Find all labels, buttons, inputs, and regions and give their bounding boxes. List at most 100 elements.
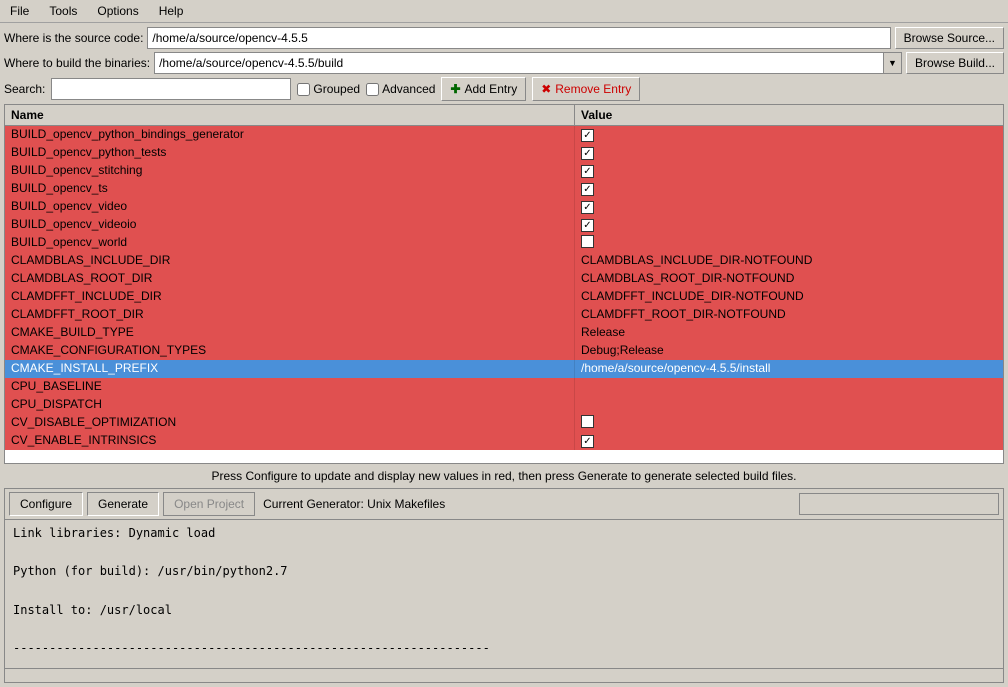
column-name: Name [5, 105, 575, 125]
source-row: Where is the source code: Browse Source.… [4, 27, 1004, 49]
output-line [13, 582, 995, 601]
table-row[interactable]: BUILD_opencv_python_tests [5, 144, 1003, 162]
table-cell-checkbox[interactable] [581, 201, 594, 214]
table-cell-name: BUILD_opencv_ts [5, 180, 575, 198]
plus-icon: ✚ [450, 82, 460, 96]
generator-label: Current Generator: Unix Makefiles [263, 497, 445, 511]
output-line [13, 543, 995, 562]
main-area: Where is the source code: Browse Source.… [0, 23, 1008, 687]
table-row[interactable]: CPU_DISPATCH [5, 396, 1003, 414]
table-cell-checkbox[interactable] [581, 183, 594, 196]
output-line: Install to: /usr/local [13, 601, 995, 620]
table-cell-checkbox[interactable] [581, 415, 594, 428]
table-cell-value [575, 180, 1003, 198]
table-row[interactable]: CMAKE_CONFIGURATION_TYPESDebug;Release [5, 342, 1003, 360]
menu-tools[interactable]: Tools [43, 2, 83, 20]
table-row[interactable]: CLAMDFFT_INCLUDE_DIRCLAMDFFT_INCLUDE_DIR… [5, 288, 1003, 306]
add-entry-button[interactable]: ✚ Add Entry [441, 77, 526, 101]
table-cell-checkbox[interactable] [581, 435, 594, 448]
grouped-checkbox[interactable] [297, 83, 310, 96]
table-row[interactable]: CPU_BASELINE [5, 378, 1003, 396]
table-row[interactable]: CMAKE_BUILD_TYPERelease [5, 324, 1003, 342]
advanced-label: Advanced [382, 82, 435, 96]
column-value: Value [575, 105, 1003, 125]
menu-help[interactable]: Help [153, 2, 190, 20]
table-row[interactable]: BUILD_opencv_ts [5, 180, 1003, 198]
configure-button[interactable]: Configure [9, 492, 83, 516]
table-cell-value [575, 432, 1003, 450]
menu-options[interactable]: Options [91, 2, 144, 20]
table-cell-name: CPU_DISPATCH [5, 396, 575, 414]
bottom-output: Link libraries: Dynamic load Python (for… [5, 520, 1003, 668]
table-cell-name: CMAKE_INSTALL_PREFIX [5, 360, 575, 378]
search-input[interactable] [51, 78, 291, 100]
table-header: Name Value [5, 105, 1003, 126]
table-row[interactable]: BUILD_opencv_stitching [5, 162, 1003, 180]
table-cell-checkbox[interactable] [581, 235, 594, 248]
table-row[interactable]: BUILD_opencv_video [5, 198, 1003, 216]
table-cell-name: CV_ENABLE_INTRINSICS [5, 432, 575, 450]
search-row: Search: Grouped Advanced ✚ Add Entry ✖ R… [4, 77, 1004, 101]
table-row[interactable]: BUILD_opencv_videoio [5, 216, 1003, 234]
bottom-panel: Configure Generate Open Project Current … [4, 488, 1004, 683]
generator-input[interactable] [799, 493, 999, 515]
output-line: Link libraries: Dynamic load [13, 524, 995, 543]
build-path-text: /home/a/source/opencv-4.5.5/build [155, 56, 883, 70]
table-cell-value: CLAMDFFT_ROOT_DIR-NOTFOUND [575, 306, 1003, 324]
source-input[interactable] [147, 27, 890, 49]
table-row[interactable]: CLAMDBLAS_INCLUDE_DIRCLAMDBLAS_INCLUDE_D… [5, 252, 1003, 270]
table-scroll[interactable]: BUILD_opencv_python_bindings_generatorBU… [5, 126, 1003, 463]
build-row: Where to build the binaries: /home/a/sou… [4, 52, 1004, 74]
menubar: File Tools Options Help [0, 0, 1008, 23]
build-select-wrapper: /home/a/source/opencv-4.5.5/build ▼ [154, 52, 902, 74]
grouped-label: Grouped [313, 82, 360, 96]
table-cell-name: BUILD_opencv_stitching [5, 162, 575, 180]
table-cell-name: CMAKE_BUILD_TYPE [5, 324, 575, 342]
table-cell-checkbox[interactable] [581, 129, 594, 142]
search-label: Search: [4, 82, 45, 96]
table-container: Name Value BUILD_opencv_python_bindings_… [4, 104, 1004, 464]
table-cell-value [575, 126, 1003, 144]
table-cell-value: Debug;Release [575, 342, 1003, 360]
table-cell-checkbox[interactable] [581, 147, 594, 160]
table-cell-name: CLAMDBLAS_ROOT_DIR [5, 270, 575, 288]
add-entry-label: Add Entry [465, 82, 518, 96]
browse-source-button[interactable]: Browse Source... [895, 27, 1004, 49]
table-cell-checkbox[interactable] [581, 219, 594, 232]
table-cell-name: CMAKE_CONFIGURATION_TYPES [5, 342, 575, 360]
table-cell-value [575, 198, 1003, 216]
generate-button[interactable]: Generate [87, 492, 159, 516]
table-cell-name: BUILD_opencv_videoio [5, 216, 575, 234]
table-cell-name: BUILD_opencv_video [5, 198, 575, 216]
table-cell-name: CV_DISABLE_OPTIMIZATION [5, 414, 575, 432]
table-cell-checkbox[interactable] [581, 165, 594, 178]
table-row[interactable]: CV_DISABLE_OPTIMIZATION [5, 414, 1003, 432]
table-row[interactable]: CV_ENABLE_INTRINSICS [5, 432, 1003, 450]
table-cell-value: CLAMDBLAS_ROOT_DIR-NOTFOUND [575, 270, 1003, 288]
table-row[interactable]: BUILD_opencv_python_bindings_generator [5, 126, 1003, 144]
source-label: Where is the source code: [4, 31, 143, 45]
table-cell-value [575, 216, 1003, 234]
menu-file[interactable]: File [4, 2, 35, 20]
open-project-button[interactable]: Open Project [163, 492, 255, 516]
table-cell-value [575, 144, 1003, 162]
table-row[interactable]: CLAMDFFT_ROOT_DIRCLAMDFFT_ROOT_DIR-NOTFO… [5, 306, 1003, 324]
table-cell-name: CLAMDFFT_ROOT_DIR [5, 306, 575, 324]
table-cell-value: CLAMDFFT_INCLUDE_DIR-NOTFOUND [575, 288, 1003, 306]
output-line: Python (for build): /usr/bin/python2.7 [13, 562, 995, 581]
table-cell-value [575, 396, 1003, 414]
table-cell-value [575, 162, 1003, 180]
output-line [13, 620, 995, 639]
remove-entry-button[interactable]: ✖ Remove Entry [532, 77, 640, 101]
table-row[interactable]: BUILD_opencv_world [5, 234, 1003, 252]
build-select-arrow[interactable]: ▼ [883, 53, 901, 73]
table-row[interactable]: CLAMDBLAS_ROOT_DIRCLAMDBLAS_ROOT_DIR-NOT… [5, 270, 1003, 288]
advanced-checkbox[interactable] [366, 83, 379, 96]
bottom-toolbar: Configure Generate Open Project Current … [5, 489, 1003, 520]
status-text: Press Configure to update and display ne… [4, 467, 1004, 485]
table-row[interactable]: CMAKE_INSTALL_PREFIX/home/a/source/openc… [5, 360, 1003, 378]
table-cell-value: Release [575, 324, 1003, 342]
browse-build-button[interactable]: Browse Build... [906, 52, 1004, 74]
h-scrollbar[interactable] [5, 668, 1003, 682]
table-cell-name: CLAMDBLAS_INCLUDE_DIR [5, 252, 575, 270]
